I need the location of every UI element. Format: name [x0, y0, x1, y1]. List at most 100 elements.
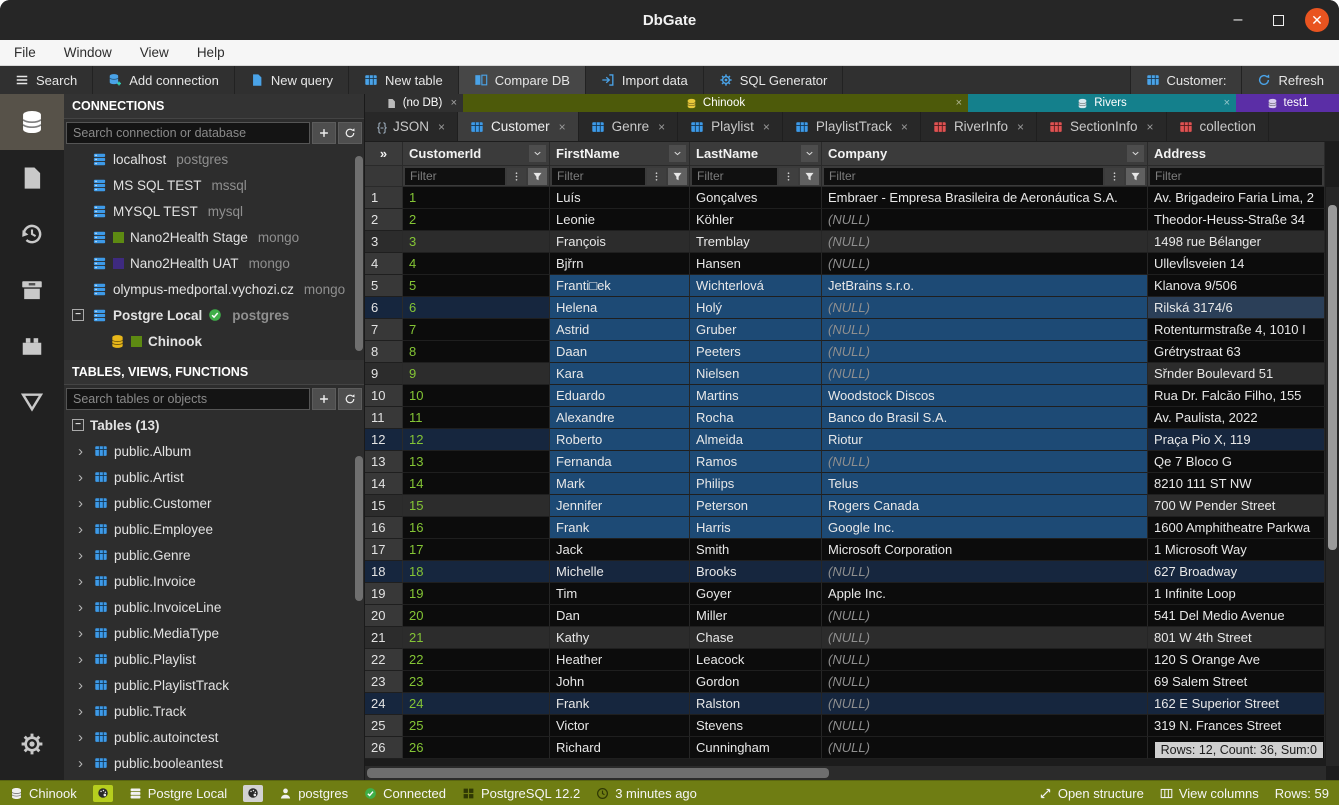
- rail-history-icon[interactable]: [0, 206, 64, 262]
- chevron-down-icon[interactable]: [801, 145, 818, 162]
- connection-mysql-test[interactable]: MYSQL TESTmysql: [64, 198, 364, 224]
- row-number[interactable]: 2: [365, 209, 403, 231]
- status-postgre-local[interactable]: Postgre Local: [129, 786, 228, 801]
- cell-address[interactable]: Av. Brigadeiro Faria Lima, 2: [1148, 187, 1325, 209]
- expand-all-columns-button[interactable]: »: [365, 142, 403, 166]
- grid-vertical-scrollbar[interactable]: [1326, 187, 1339, 766]
- cell-address[interactable]: 700 W Pender Street: [1148, 495, 1325, 517]
- cell-customerid[interactable]: 6: [403, 297, 550, 319]
- table-item-public-employee[interactable]: ›public.Employee: [64, 516, 364, 542]
- cell-firstname[interactable]: Roberto: [550, 429, 690, 451]
- column-header-address[interactable]: Address: [1148, 142, 1325, 166]
- cell-firstname[interactable]: Mark: [550, 473, 690, 495]
- cell-address[interactable]: 120 S Orange Ave: [1148, 649, 1325, 671]
- row-number[interactable]: 20: [365, 605, 403, 627]
- connection-postgre-local[interactable]: −Postgre Localpostgres: [64, 302, 364, 328]
- column-header-lastname[interactable]: LastName: [690, 142, 822, 166]
- cell-company[interactable]: (NULL): [822, 253, 1148, 275]
- connections-scrollbar[interactable]: [355, 156, 363, 351]
- cell-address[interactable]: 1 Microsoft Way: [1148, 539, 1325, 561]
- chevron-right-icon[interactable]: ›: [78, 469, 88, 486]
- cell-address[interactable]: 541 Del Medio Avenue: [1148, 605, 1325, 627]
- tab-playlisttrack[interactable]: PlaylistTrack×: [783, 112, 921, 141]
- cell-customerid[interactable]: 18: [403, 561, 550, 583]
- toolbar-compare-db-button[interactable]: Compare DB: [459, 66, 586, 94]
- add-connection-icon-button[interactable]: [312, 122, 336, 144]
- cell-firstname[interactable]: Fernanda: [550, 451, 690, 473]
- cell-firstname[interactable]: Astrid: [550, 319, 690, 341]
- cell-address[interactable]: Qe 7 Bloco G: [1148, 451, 1325, 473]
- cell-company[interactable]: (NULL): [822, 231, 1148, 253]
- row-number[interactable]: 15: [365, 495, 403, 517]
- row-number[interactable]: 26: [365, 737, 403, 759]
- cell-company[interactable]: (NULL): [822, 451, 1148, 473]
- connection-nano2health-uat[interactable]: Nano2Health UATmongo: [64, 250, 364, 276]
- status-palette-icon[interactable]: [243, 785, 263, 802]
- cell-customerid[interactable]: 19: [403, 583, 550, 605]
- toolbar-new-table-button[interactable]: New table: [349, 66, 459, 94]
- cell-company[interactable]: (NULL): [822, 715, 1148, 737]
- db-group-chinook[interactable]: Chinook×: [463, 94, 968, 112]
- toolbar-import-data-button[interactable]: Import data: [586, 66, 704, 94]
- chevron-right-icon[interactable]: ›: [78, 521, 88, 538]
- cell-firstname[interactable]: Alexandre: [550, 407, 690, 429]
- cell-firstname[interactable]: Kathy: [550, 627, 690, 649]
- collapse-icon[interactable]: −: [72, 309, 84, 321]
- cell-address[interactable]: 627 Broadway: [1148, 561, 1325, 583]
- cell-address[interactable]: Grétrystraat 63: [1148, 341, 1325, 363]
- cell-customerid[interactable]: 11: [403, 407, 550, 429]
- cell-lastname[interactable]: Gordon: [690, 671, 822, 693]
- cell-address[interactable]: Praça Pio X, 119: [1148, 429, 1325, 451]
- table-item-public-invoiceline[interactable]: ›public.InvoiceLine: [64, 594, 364, 620]
- cell-customerid[interactable]: 16: [403, 517, 550, 539]
- rail-file-icon[interactable]: [0, 150, 64, 206]
- row-number[interactable]: 3: [365, 231, 403, 253]
- row-number[interactable]: 4: [365, 253, 403, 275]
- filter-menu-icon[interactable]: [779, 168, 798, 185]
- maximize-button[interactable]: [1265, 7, 1291, 33]
- cell-company[interactable]: (NULL): [822, 737, 1148, 759]
- cell-lastname[interactable]: Chase: [690, 627, 822, 649]
- cell-customerid[interactable]: 3: [403, 231, 550, 253]
- cell-lastname[interactable]: Peeters: [690, 341, 822, 363]
- cell-lastname[interactable]: Cunningham: [690, 737, 822, 759]
- connection-localhost[interactable]: localhostpostgres: [64, 146, 364, 172]
- cell-lastname[interactable]: Almeida: [690, 429, 822, 451]
- cell-address[interactable]: Klanova 9/506: [1148, 275, 1325, 297]
- tab-collection[interactable]: collection: [1167, 112, 1269, 141]
- refresh-connections-button[interactable]: [338, 122, 362, 144]
- table-item-public-album[interactable]: ›public.Album: [64, 438, 364, 464]
- cell-lastname[interactable]: Ralston: [690, 693, 822, 715]
- row-number[interactable]: 9: [365, 363, 403, 385]
- menu-help[interactable]: Help: [197, 45, 225, 60]
- cell-customerid[interactable]: 24: [403, 693, 550, 715]
- row-number[interactable]: 7: [365, 319, 403, 341]
- close-icon[interactable]: ×: [901, 120, 908, 134]
- cell-firstname[interactable]: Franti□ek: [550, 275, 690, 297]
- close-icon[interactable]: ×: [451, 97, 457, 109]
- cell-company[interactable]: (NULL): [822, 209, 1148, 231]
- cell-company[interactable]: Riotur: [822, 429, 1148, 451]
- cell-address[interactable]: 8210 111 ST NW: [1148, 473, 1325, 495]
- grid-horizontal-scrollbar[interactable]: [365, 766, 1326, 780]
- cell-lastname[interactable]: Hansen: [690, 253, 822, 275]
- menu-window[interactable]: Window: [64, 45, 112, 60]
- row-number[interactable]: 23: [365, 671, 403, 693]
- cell-lastname[interactable]: Leacock: [690, 649, 822, 671]
- filter-menu-icon[interactable]: [1105, 168, 1124, 185]
- row-number[interactable]: 25: [365, 715, 403, 737]
- cell-address[interactable]: 162 E Superior Street: [1148, 693, 1325, 715]
- cell-address[interactable]: Rotenturmstraße 4, 1010 I: [1148, 319, 1325, 341]
- close-icon[interactable]: ×: [438, 120, 445, 134]
- chevron-right-icon[interactable]: ›: [78, 547, 88, 564]
- row-number[interactable]: 6: [365, 297, 403, 319]
- chevron-right-icon[interactable]: ›: [78, 495, 88, 512]
- cell-address[interactable]: Rua Dr. Falcăo Filho, 155: [1148, 385, 1325, 407]
- row-number[interactable]: 19: [365, 583, 403, 605]
- refresh-tables-button[interactable]: [338, 388, 362, 410]
- cell-firstname[interactable]: Michelle: [550, 561, 690, 583]
- row-number[interactable]: 10: [365, 385, 403, 407]
- column-header-company[interactable]: Company: [822, 142, 1148, 166]
- row-number[interactable]: 5: [365, 275, 403, 297]
- status-rows-59[interactable]: Rows: 59: [1275, 786, 1329, 801]
